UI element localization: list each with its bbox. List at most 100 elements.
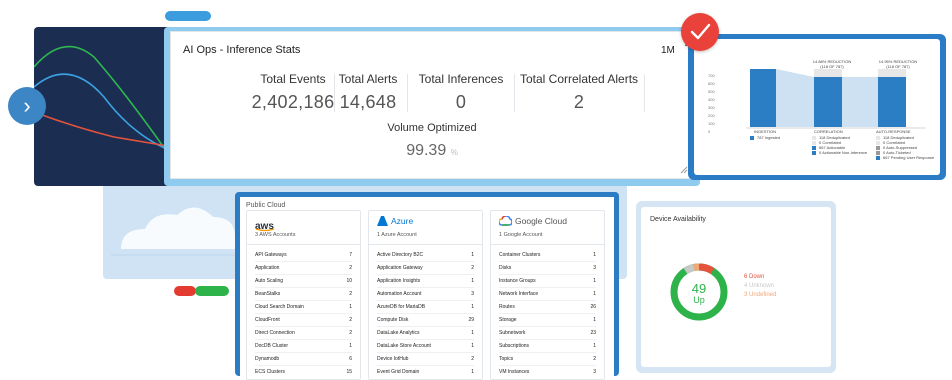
- item-name: API Gateways: [255, 252, 287, 258]
- azure-icon: [377, 216, 388, 226]
- divider: [255, 287, 352, 288]
- divider: [377, 287, 474, 288]
- volume-optimized: Volume Optimized 99.39 %: [171, 122, 693, 160]
- item-name: Compute Disk: [377, 317, 409, 323]
- item-count: 1: [593, 278, 596, 284]
- divider: [247, 244, 360, 245]
- item-name: Event Grid Domain: [377, 369, 420, 375]
- stat-label: Total Correlated Alerts: [519, 72, 639, 86]
- divider: [499, 287, 596, 288]
- item-name: Container Clusters: [499, 252, 541, 258]
- item-name: Dynamodb: [255, 356, 280, 362]
- item-count: 2: [349, 265, 352, 271]
- google-cloud-icon: [499, 216, 512, 226]
- divider: [377, 352, 474, 353]
- ingestion-bar: [750, 69, 776, 127]
- stat-value: 0: [455, 92, 467, 112]
- item-name: Application Gateway: [377, 265, 423, 271]
- divider: [377, 300, 474, 301]
- divider: [499, 261, 596, 262]
- divider: [255, 326, 352, 327]
- divider: [255, 339, 352, 340]
- volume-unit: %: [450, 148, 458, 157]
- list-item: Automation Account 3: [377, 291, 474, 297]
- item-name: Automation Account: [377, 291, 422, 297]
- divider: [377, 274, 474, 275]
- item-count: 1: [349, 304, 352, 310]
- item-count: 1: [593, 343, 596, 349]
- status-pill-red: [174, 286, 196, 296]
- provider-google-cloud[interactable]: Google Cloud 1 Google Account Container …: [490, 210, 605, 380]
- item-count: 1: [471, 369, 474, 375]
- divider: [255, 352, 352, 353]
- stat-total-inferences: Total Inferences 0: [407, 72, 515, 113]
- divider: [369, 244, 482, 245]
- volume-label: Volume Optimized: [387, 122, 477, 134]
- list-item: Cloud Search Domain 1: [255, 304, 352, 310]
- google-cloud-logo-text: Google Cloud: [515, 216, 567, 226]
- provider-azure[interactable]: Azure 1 Azure Account Active Directory B…: [368, 210, 483, 380]
- provider-aws[interactable]: aws 3 AWS Accounts API Gateways 7 Applica…: [246, 210, 361, 380]
- resize-handle-icon[interactable]: [680, 166, 688, 174]
- legend-item: 667 Pending User Response: [883, 155, 935, 160]
- list-item: Device IotHub 2: [377, 356, 474, 362]
- time-range-selector[interactable]: 1M: [661, 45, 675, 56]
- item-name: AzureDB for MariaDB: [377, 304, 426, 310]
- volume-number: 99.39: [406, 142, 447, 159]
- item-count: 26: [590, 304, 596, 310]
- aiops-inference-stats-card: AI Ops - Inference Stats 1M ⋮ Total Even…: [170, 31, 692, 179]
- device-availability-card: Device Availability 49 Up 6 Down 4 Unkno…: [641, 207, 831, 367]
- list-item: VM Instances 3: [499, 369, 596, 375]
- public-cloud-title: Public Cloud: [246, 202, 286, 209]
- chevron-right-icon[interactable]: ›: [8, 87, 46, 125]
- divider: [491, 244, 604, 245]
- divider: [499, 313, 596, 314]
- divider: [255, 300, 352, 301]
- azure-logo-text: Azure: [391, 216, 414, 226]
- divider: [377, 339, 474, 340]
- volume-value: 99.39 %: [171, 142, 693, 160]
- item-name: DocDB Cluster: [255, 343, 289, 349]
- up-summary: 49 Up: [667, 282, 731, 305]
- stat-label: Total Alerts: [338, 72, 398, 86]
- list-item: Storage 1: [499, 317, 596, 323]
- item-count: 3: [471, 291, 474, 297]
- legend-unknown[interactable]: 4 Unknown: [744, 282, 776, 291]
- item-name: CloudFront: [255, 317, 280, 323]
- auto-response-bar: [878, 77, 906, 127]
- item-name: Auto Scaling: [255, 278, 284, 284]
- stat-value: 2: [573, 92, 585, 112]
- list-item: Event Grid Domain 1: [377, 369, 474, 375]
- list-item: Dynamodb 6: [255, 356, 352, 362]
- item-count: 1: [593, 317, 596, 323]
- item-count: 1: [349, 343, 352, 349]
- legend-item: 0 Actionable Non-Inference: [819, 150, 868, 155]
- divider: [499, 326, 596, 327]
- item-count: 1: [471, 304, 474, 310]
- divider: [499, 352, 596, 353]
- divider: [499, 339, 596, 340]
- aiops-title: AI Ops - Inference Stats: [183, 44, 301, 56]
- legend-down[interactable]: 6 Down: [744, 273, 776, 282]
- up-count: 49: [691, 281, 707, 296]
- divider: [255, 274, 352, 275]
- item-name: Disks: [499, 265, 512, 271]
- item-count: 10: [346, 278, 352, 284]
- divider: [377, 261, 474, 262]
- item-count: 2: [349, 317, 352, 323]
- stat-label: Total Inferences: [418, 72, 504, 86]
- legend-undefined[interactable]: 3 Undefined: [744, 291, 776, 300]
- availability-legend: 6 Down 4 Unknown 3 Undefined: [744, 273, 776, 300]
- item-count: 15: [346, 369, 352, 375]
- list-item: Auto Scaling 10: [255, 278, 352, 284]
- stat-value: 14,648: [339, 92, 397, 112]
- list-item: Application Insights 1: [377, 278, 474, 284]
- item-count: 29: [468, 317, 474, 323]
- list-item: Application 2: [255, 265, 352, 271]
- divider: [377, 313, 474, 314]
- correlation-bar: [814, 77, 842, 127]
- item-count: 2: [593, 356, 596, 362]
- item-name: VM Instances: [499, 369, 530, 375]
- divider: [255, 313, 352, 314]
- item-count: 23: [590, 330, 596, 336]
